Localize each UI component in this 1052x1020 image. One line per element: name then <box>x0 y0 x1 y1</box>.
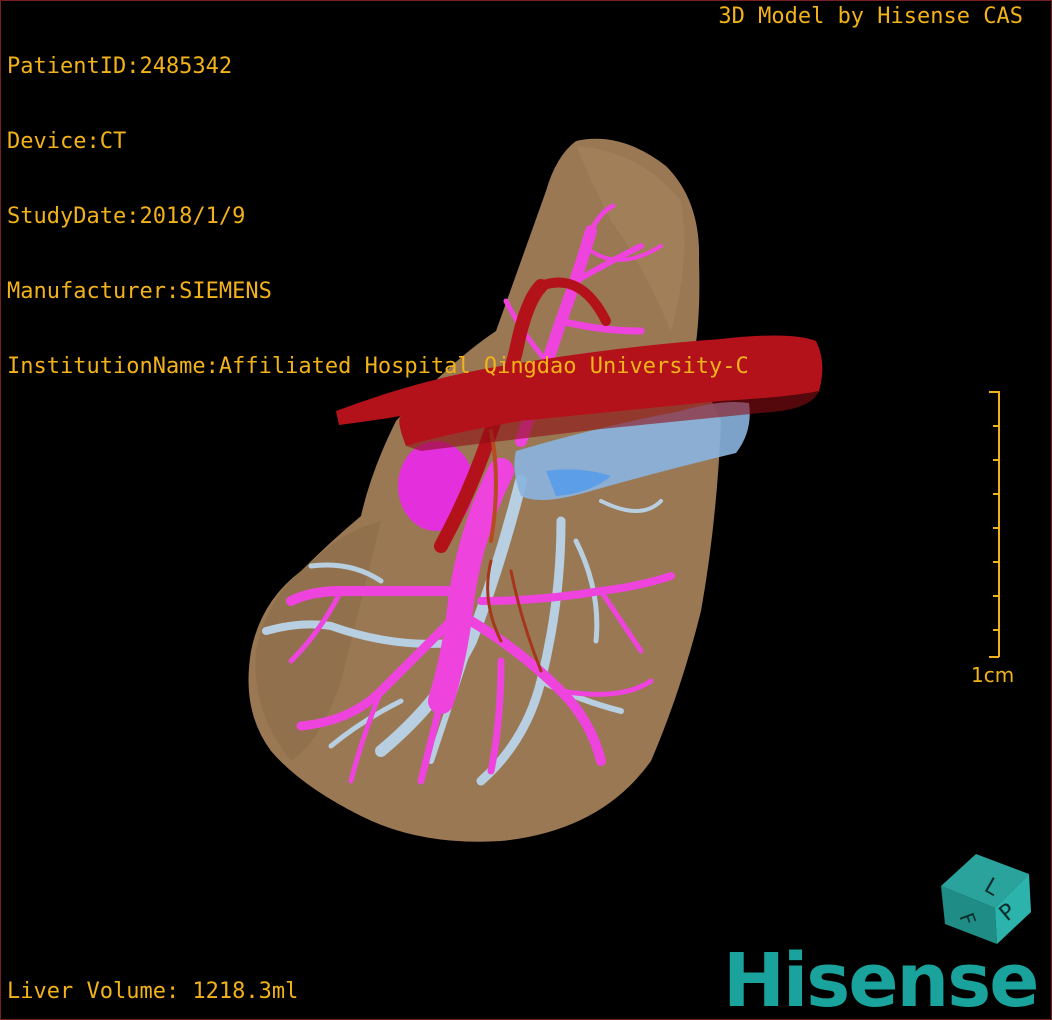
institution-name: InstitutionName:Affiliated Hospital Qing… <box>7 354 749 379</box>
patient-id: PatientID:2485342 <box>7 54 233 79</box>
liver-volume: Liver Volume: 1218.3ml <box>7 979 299 1004</box>
manufacturer: Manufacturer:SIEMENS <box>7 279 272 304</box>
hisense-logo: Hisense <box>723 938 1039 1020</box>
render-viewport[interactable]: PatientID:2485342 Device:CT StudyDate:20… <box>0 0 1052 1020</box>
scale-bar <box>989 391 1000 658</box>
orientation-cube[interactable]: L P F <box>931 846 1041 946</box>
model-credit: 3D Model by Hisense CAS <box>718 4 1023 29</box>
dicom-info-overlay: PatientID:2485342 Device:CT StudyDate:20… <box>7 4 749 429</box>
device: Device:CT <box>7 129 127 154</box>
scale-bar-label: 1cm <box>971 663 1015 687</box>
study-date: StudyDate:2018/1/9 <box>7 204 246 229</box>
